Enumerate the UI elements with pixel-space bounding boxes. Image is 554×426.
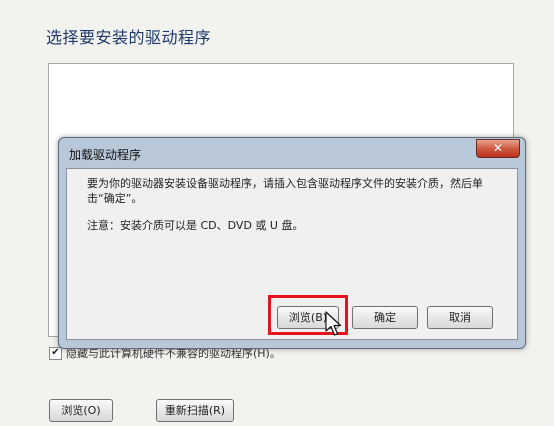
close-icon[interactable]: ✕ <box>476 139 520 158</box>
mouse-pointer-icon <box>325 311 342 336</box>
dialog-message: 要为你的驱动器安装设备驱动程序，请插入包含驱动程序文件的安装介质，然后单击“确定… <box>87 177 483 205</box>
page-title: 选择要安装的驱动程序 <box>46 28 212 47</box>
browse-button[interactable]: 浏览(O) <box>49 399 113 422</box>
dialog-ok-button[interactable]: 确定 <box>352 306 418 329</box>
dialog-cancel-button[interactable]: 取消 <box>427 306 493 329</box>
load-driver-dialog: 加载驱动程序 ✕ 要为你的驱动器安装设备驱动程序，请插入包含驱动程序文件的安装介… <box>58 137 526 349</box>
dialog-content: 要为你的驱动器安装设备驱动程序，请插入包含驱动程序文件的安装介质，然后单击“确定… <box>66 168 518 340</box>
rescan-button[interactable]: 重新扫描(R) <box>156 399 234 422</box>
hide-incompatible-checkbox[interactable]: ✔ <box>49 346 62 360</box>
dialog-note: 注意：安装介质可以是 CD、DVD 或 U 盘。 <box>87 219 304 232</box>
dialog-title: 加载驱动程序 <box>69 148 142 162</box>
